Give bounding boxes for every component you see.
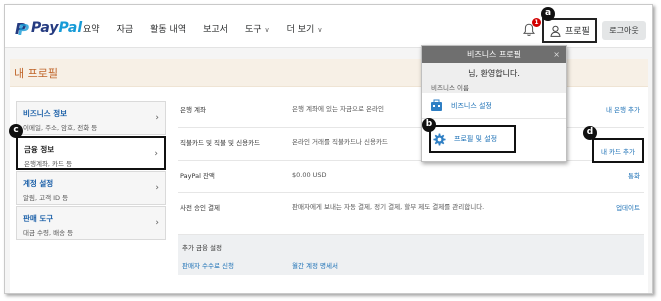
row-bank-account: 은행 계좌 은행 계좌에 있는 자금으로 온라인 내 은행 추가	[178, 95, 644, 128]
additional-financial-settings: 추가 금융 설정 판매자 수수료 신청 월간 계정 명세서	[178, 235, 644, 275]
main-nav: 요약 자금 활동 내역 보고서 도구 ∨ 더 보기 ∨	[83, 22, 339, 35]
browser-frame: PP PayPal 요약 자금 활동 내역 보고서 도구 ∨ 더 보기 ∨ 1 프로…	[4, 4, 653, 294]
marker-d: d	[583, 126, 597, 140]
profile-button[interactable]: 프로필	[542, 18, 597, 43]
financial-info-panel: 은행 계좌 은행 계좌에 있는 자금으로 온라인 내 은행 추가 직불카드 및 …	[178, 95, 644, 275]
page-title: 내 프로필	[14, 67, 58, 80]
nav-item-funds[interactable]: 자금	[117, 22, 134, 35]
sidebar-item-selling-tools[interactable]: 판매 도구 대금 수령, 배송 등 ›	[16, 206, 166, 240]
business-profile-popup: 비즈니스 프로필 × 님, 환영합니다. 비즈니스 이름 비즈니스 설정 프로필…	[421, 45, 567, 162]
business-building-icon	[431, 99, 442, 111]
marker-a: a	[541, 7, 555, 21]
nav-item-activity[interactable]: 활동 내역	[150, 22, 186, 35]
update-link[interactable]: 업데이트	[616, 202, 640, 212]
logout-button[interactable]: 로그아웃	[602, 21, 646, 40]
marker-c: c	[9, 124, 23, 138]
monthly-statement-link[interactable]: 월간 계정 명세서	[292, 260, 338, 270]
add-bank-link[interactable]: 내 은행 추가	[606, 104, 640, 114]
merchant-fee-link[interactable]: 판매자 수수료 신청	[182, 260, 234, 270]
business-settings-link[interactable]: 비즈니스 설정	[422, 93, 566, 119]
sidebar-item-financial-info[interactable]: 금융 정보 은행계좌, 카드 등 ›	[16, 136, 166, 170]
brand-pal: Pal	[58, 20, 83, 36]
chevron-right-icon: ›	[155, 183, 159, 193]
row-paypal-balance: PayPal 잔액 $0.00 USD 통화	[178, 161, 644, 193]
row-preapproved-payments: 사전 승인 결제 판매자에게 보내는 자동 결제, 정기 결제, 할부 제도 결…	[178, 193, 644, 235]
marker-b: b	[422, 118, 436, 132]
nav-item-more[interactable]: 더 보기 ∨	[287, 22, 323, 35]
gear-icon	[433, 132, 446, 146]
currency-link[interactable]: 통화	[628, 170, 640, 180]
chevron-down-icon: ∨	[264, 26, 270, 34]
user-icon	[550, 25, 561, 37]
close-icon[interactable]: ×	[553, 46, 560, 63]
sidebar-item-account-settings[interactable]: 계정 설정 알림, 고객 ID 등 ›	[16, 171, 166, 205]
nav-item-tools[interactable]: 도구 ∨	[245, 22, 270, 35]
chevron-right-icon: ›	[154, 149, 158, 159]
chevron-down-icon: ∨	[317, 26, 323, 34]
profile-label: 프로필	[565, 27, 590, 37]
chevron-right-icon: ›	[155, 218, 159, 228]
nav-item-reports[interactable]: 보고서	[203, 22, 228, 35]
sidebar-item-business-info[interactable]: 비즈니스 정보 이메일, 주소, 암호, 전화 등 ›	[16, 101, 166, 135]
popup-welcome: 님, 환영합니다. 비즈니스 이름	[422, 63, 566, 93]
profile-sidebar: 비즈니스 정보 이메일, 주소, 암호, 전화 등 › 금융 정보 은행계좌, …	[16, 101, 166, 241]
notification-badge: 1	[532, 18, 541, 27]
profile-settings-link[interactable]: 프로필 및 설정	[429, 125, 516, 153]
top-navigation-bar: PP PayPal 요약 자금 활동 내역 보고서 도구 ∨ 더 보기 ∨ 1 프로…	[5, 5, 652, 48]
add-card-link[interactable]: 내 카드 추가	[592, 138, 644, 163]
chevron-right-icon: ›	[155, 113, 159, 123]
paypal-logo[interactable]: PP PayPal	[15, 19, 83, 39]
row-cards: 직불카드 및 직불 및 신용카드 온라인 거래를 직불카드나 신용카드	[178, 128, 644, 161]
brand-pay: Pay	[31, 20, 59, 36]
paypal-p-icon: PP	[15, 20, 29, 39]
popup-title: 비즈니스 프로필	[466, 50, 522, 59]
nav-item-summary[interactable]: 요약	[83, 22, 100, 35]
